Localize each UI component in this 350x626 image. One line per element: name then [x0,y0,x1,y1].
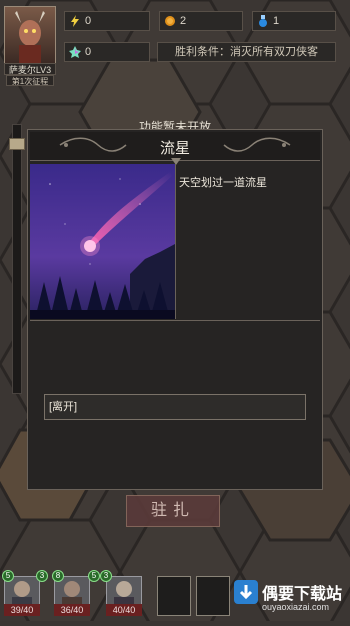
gold-value: 2 [180,15,187,27]
warrior-portrait-icon [114,581,134,605]
unit-level-badge: 5 [2,570,14,582]
victory-condition: 胜利条件：消灭所有双刀侠客 [157,42,336,62]
empty-party-slot[interactable] [196,576,230,616]
party-unit-1[interactable]: 39/40 [4,576,40,616]
event-dialog: 流星 天空划过一道流星 [离开] [27,129,323,490]
watermark-url: ouyaoxiazai.com [262,602,330,612]
unit-level-badge: 3 [100,570,112,582]
crystal-value: 0 [85,46,92,58]
hero-portrait[interactable] [4,6,56,64]
meteor-illustration [30,164,176,319]
event-description: 天空划过一道流星 [179,177,267,189]
watermark-logo: 偶要下载站 ouyaoxiazai.com [232,576,350,621]
gold-stat: 2 [159,11,243,31]
energy-value: 0 [85,15,92,27]
potion-icon [259,15,267,27]
potion-value: 1 [273,15,280,27]
party-unit-3[interactable]: 40/40 [106,576,142,616]
empty-party-slot[interactable] [157,576,191,616]
scrollbar-handle[interactable] [9,138,25,150]
party-unit-2[interactable]: 36/40 [54,576,90,616]
right-ornament-icon [223,137,291,152]
energy-stat: 0 [64,11,150,31]
lightning-icon [71,15,79,27]
unit-hp: 40/40 [106,604,142,616]
leave-option[interactable]: [离开] [44,394,306,420]
hero-stage: 第1次征程 [6,75,54,86]
dialog-header: 流星 [30,132,320,165]
station-button[interactable]: 驻扎 [126,495,220,527]
gold-coin-icon [165,16,175,26]
crystal-stat: 0 [64,42,150,62]
watermark-title: 偶要下载站 [262,586,343,603]
unit-hp: 39/40 [4,604,40,616]
unit-level-badge: 8 [52,570,64,582]
crystal-star-icon [69,46,81,58]
hero-name: 萨麦尔LV3 [4,63,56,75]
unit-level-badge: 5 [88,570,100,582]
unit-level-badge: 3 [36,570,48,582]
vertical-scrollbar[interactable] [12,124,22,394]
unit-hp: 36/40 [54,604,90,616]
dialog-divider [30,320,320,321]
potion-stat: 1 [252,11,336,31]
hero-panel[interactable]: 萨麦尔LV3 第1次征程 [4,6,56,86]
